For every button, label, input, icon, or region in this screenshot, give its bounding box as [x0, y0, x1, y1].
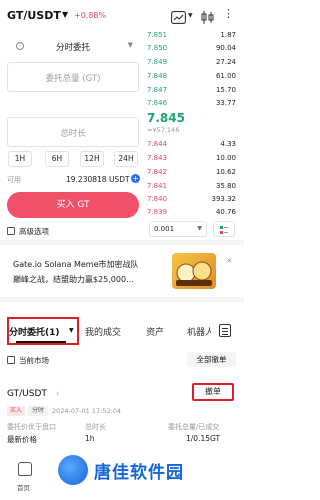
duration-chip-24h[interactable]: 24H — [114, 151, 138, 167]
pair-dropdown-icon[interactable]: ▼ — [62, 10, 68, 19]
duration-input[interactable]: 总时长 — [7, 117, 139, 147]
cancel-all-button[interactable]: 全部撤单 — [187, 352, 236, 367]
bid-qty: 10.62 — [215, 168, 236, 176]
candlestick-icon[interactable] — [200, 9, 215, 24]
home-icon[interactable] — [18, 462, 32, 476]
order-type-select[interactable]: i 分时委托 ▼ — [7, 36, 139, 57]
ask-qty: 90.04 — [215, 44, 236, 52]
banner-line-1[interactable]: Gate.io Solana Meme市加密战队 — [13, 259, 139, 270]
buy-button[interactable]: 买入 GT — [7, 192, 139, 218]
duration-chip-12h[interactable]: 12H — [80, 151, 104, 167]
tab-bots[interactable]: 机器人 — [187, 325, 211, 338]
bid-qty: 40.76 — [215, 208, 236, 216]
bid-price[interactable]: 7.844 — [147, 140, 167, 148]
ask-qty: 27.24 — [215, 58, 236, 66]
chevron-down-icon: ▼ — [127, 41, 133, 49]
available-value: 19.230818 USDT — [66, 175, 130, 184]
last-price[interactable]: 7.845 — [147, 111, 185, 125]
bid-price[interactable]: 7.842 — [147, 168, 167, 176]
bid-price[interactable]: 7.841 — [147, 182, 167, 190]
close-icon[interactable]: × — [226, 256, 233, 265]
amount-filled-value: 1/0.15GT — [186, 434, 221, 443]
total-amount-placeholder: 委托总量 (GT) — [45, 74, 101, 84]
chevron-down-icon: ▼ — [197, 225, 202, 232]
ask-price[interactable]: 7.846 — [147, 99, 167, 107]
bid-qty: 4.33 — [220, 140, 236, 148]
bid-qty: 35.80 — [215, 182, 236, 190]
active-tab-indicator — [16, 341, 66, 343]
total-amount-input[interactable]: 委托总量 (GT) — [7, 62, 139, 92]
order-type-label: 分时委托 — [55, 43, 90, 53]
depth-value: 0.001 — [154, 225, 175, 233]
price-change: +0.88% — [74, 11, 107, 20]
bid-price[interactable]: 7.839 — [147, 208, 167, 216]
cancel-order-button[interactable]: 撤单 — [192, 383, 234, 401]
order-time: 2024-07-01 17:52:04 — [52, 407, 122, 415]
banner-line-2[interactable]: 巅峰之战，结盟助力赢$25,000... — [13, 274, 134, 285]
add-funds-icon[interactable]: + — [131, 174, 140, 183]
pair-title[interactable]: GT/USDT — [7, 9, 61, 22]
duration-value: 1h — [85, 434, 95, 443]
available-label: 可用 — [7, 176, 21, 184]
chart-dropdown-icon[interactable]: ▼ — [188, 12, 193, 19]
current-market-checkbox[interactable] — [7, 356, 15, 364]
bid-price[interactable]: 7.843 — [147, 154, 167, 162]
more-icon[interactable]: ⋮ — [223, 8, 234, 19]
price-condition-value: 最新价格 — [7, 435, 37, 444]
divider — [0, 240, 244, 245]
duration-label: 总时长 — [85, 423, 106, 431]
nav-home-label[interactable]: 首页 — [17, 482, 30, 492]
ask-price[interactable]: 7.849 — [147, 58, 167, 66]
price-condition-label: 委托价优于盘口 — [7, 423, 56, 431]
duration-chip-6h[interactable]: 6H — [45, 151, 69, 167]
amount-filled-label: 委托总量/已成交 — [168, 423, 220, 431]
divider — [0, 297, 244, 302]
tab-my-trades[interactable]: 我的成交 — [85, 325, 121, 338]
ask-price[interactable]: 7.851 — [147, 31, 167, 39]
order-history-icon[interactable] — [219, 324, 231, 337]
side-badge: 买入 — [7, 406, 25, 416]
ask-qty: 61.00 — [215, 72, 236, 80]
advanced-options-checkbox[interactable] — [7, 227, 15, 235]
advanced-options-label: 高级选项 — [19, 227, 49, 236]
tab-assets[interactable]: 资产 — [146, 325, 164, 338]
bid-qty: 393.32 — [211, 195, 237, 203]
ask-qty: 15.70 — [215, 86, 236, 94]
bid-qty: 10.00 — [215, 154, 236, 162]
duration-placeholder: 总时长 — [60, 129, 86, 139]
depth-select[interactable]: 0.001 ▼ — [149, 221, 207, 237]
current-market-label: 当前市场 — [19, 356, 49, 365]
watermark-logo — [58, 455, 88, 485]
bid-price[interactable]: 7.840 — [147, 195, 167, 203]
ask-price[interactable]: 7.850 — [147, 44, 167, 52]
tab-dropdown-icon[interactable]: ▼ — [69, 327, 74, 334]
ask-qty: 33.77 — [215, 99, 236, 107]
chart-icon[interactable] — [171, 9, 186, 24]
tab-time-weighted-orders[interactable]: 分时委托(1) — [9, 325, 60, 338]
orderbook-layout-icon — [220, 226, 228, 234]
ask-price[interactable]: 7.848 — [147, 72, 167, 80]
type-badge: 分时 — [28, 406, 48, 416]
banner-image[interactable] — [172, 253, 216, 289]
duration-chip-1h[interactable]: 1H — [8, 151, 32, 167]
ask-price[interactable]: 7.847 — [147, 86, 167, 94]
watermark-text: 唐佳软件园 — [94, 463, 184, 483]
last-price-fiat: ≈¥57,146 — [147, 126, 180, 134]
orderbook-view-toggle[interactable] — [213, 221, 235, 237]
chevron-right-icon[interactable]: › — [56, 389, 59, 398]
ask-qty: 1.87 — [220, 31, 236, 39]
order-pair[interactable]: GT/USDT — [7, 389, 47, 399]
